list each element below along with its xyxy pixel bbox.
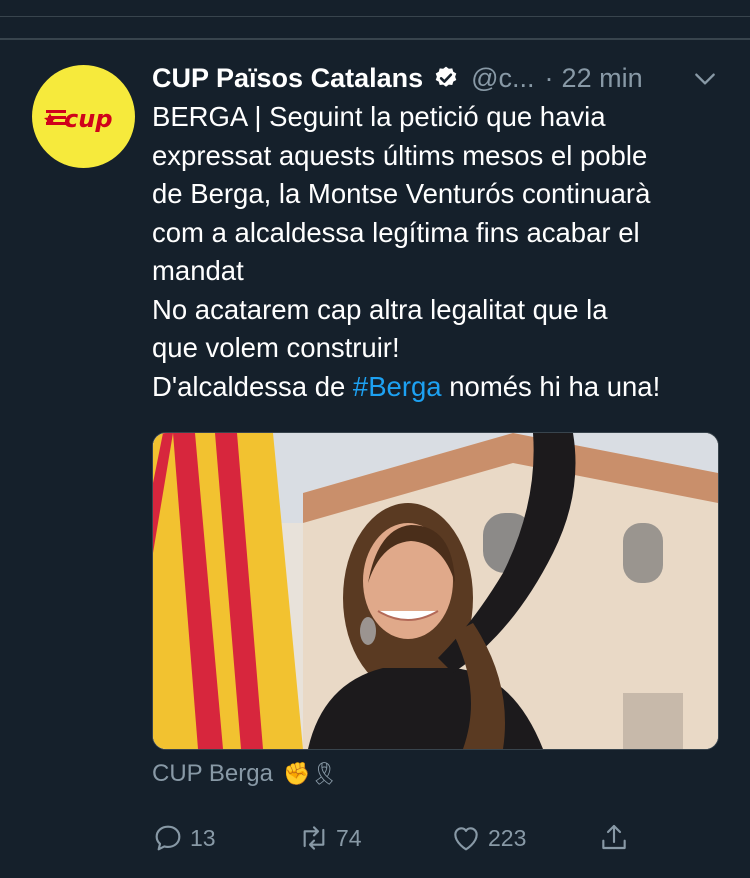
chevron-down-icon[interactable] xyxy=(692,66,718,92)
retweet-icon xyxy=(303,826,325,850)
tweet-photo[interactable] xyxy=(152,432,719,750)
separator-dot: · xyxy=(544,62,554,93)
hashtag-link[interactable]: #Berga xyxy=(353,371,442,402)
tweet-line: expressat aquests últims mesos el poble xyxy=(152,139,648,171)
svg-text:cup: cup xyxy=(64,105,113,133)
photo-woman-waving xyxy=(153,433,718,749)
reply-button[interactable]: 13 xyxy=(152,820,216,856)
divider xyxy=(0,16,750,17)
previous-tweet-edge xyxy=(0,0,750,40)
media-caption[interactable]: CUP Berga ✊🎗 xyxy=(152,758,338,790)
author-handle[interactable]: @c... xyxy=(471,63,534,94)
share-icon xyxy=(602,824,626,850)
caption-emoji: ✊🎗 xyxy=(282,761,339,786)
tweet-actions: 13 74 223 xyxy=(152,820,732,856)
tweet-line: No acatarem cap altra legalitat que la xyxy=(152,293,608,325)
tweet-line: com a alcaldessa legítima fins acabar el xyxy=(152,216,640,248)
timestamp[interactable]: 22 min xyxy=(562,63,643,94)
tweet-line: de Berga, la Montse Venturós continuarà xyxy=(152,178,651,209)
author-name[interactable]: CUP Països Catalans xyxy=(152,63,423,94)
share-button[interactable] xyxy=(598,820,636,856)
tweet-text-segment: D'alcaldessa de xyxy=(152,370,353,402)
tweet-line: mandat xyxy=(152,255,244,286)
tweet-header: CUP Països Catalans @c... · 22 min xyxy=(152,58,732,98)
tweet-text-segment: només hi ha una! xyxy=(441,370,661,402)
reply-count: 13 xyxy=(190,824,216,851)
retweet-count: 74 xyxy=(336,824,362,851)
tweet-text: BERGA | Seguint la petició que havia exp… xyxy=(152,98,732,406)
verified-badge-icon xyxy=(435,66,457,87)
reply-icon xyxy=(155,825,181,851)
like-button[interactable]: 223 xyxy=(450,820,526,856)
tweet-line: que volem construir! xyxy=(152,332,400,363)
tweet-line: D'alcaldessa de #Berga només hi ha una! xyxy=(152,368,732,407)
tweet[interactable]: cup CUP Països Catalans @c... · 22 min B… xyxy=(0,40,750,878)
heart-icon xyxy=(454,827,478,851)
caption-text: CUP Berga xyxy=(152,760,273,787)
avatar[interactable]: cup xyxy=(32,65,135,168)
retweet-button[interactable]: 74 xyxy=(298,820,362,856)
cup-logo-icon: cup xyxy=(43,105,113,133)
tweet-line: BERGA | Seguint la petició que havia xyxy=(152,101,606,132)
like-count: 223 xyxy=(488,824,527,851)
